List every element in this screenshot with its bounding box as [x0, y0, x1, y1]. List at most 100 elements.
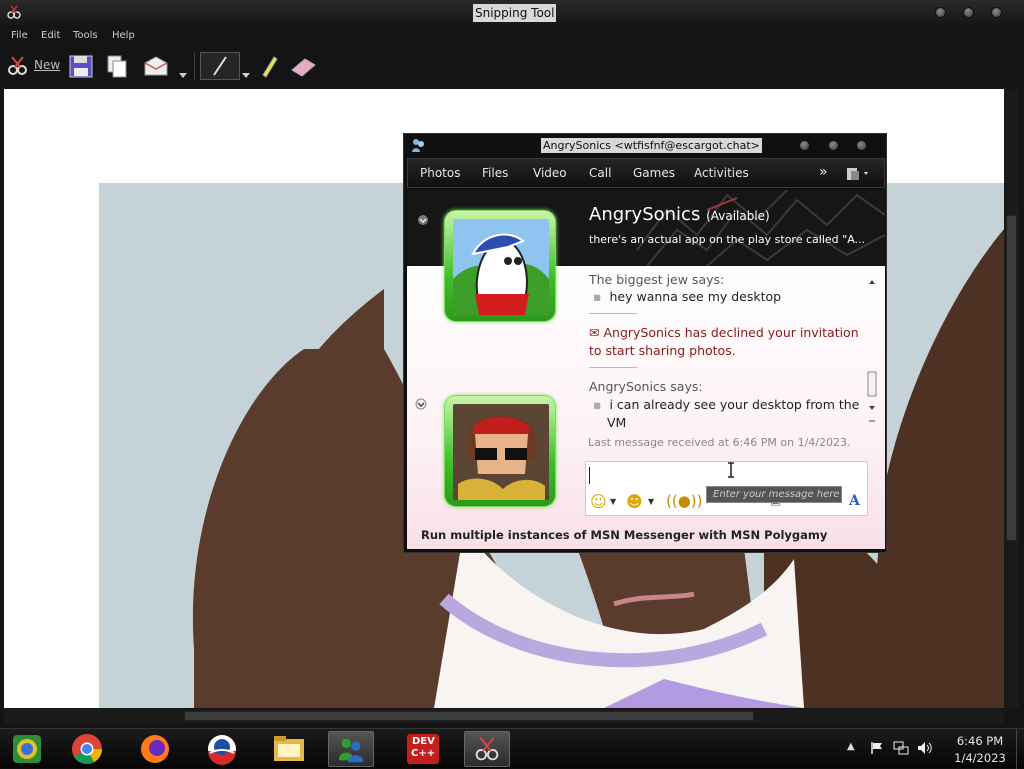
minimize-button[interactable] — [799, 140, 810, 151]
avatar-image — [453, 404, 549, 500]
devcpp-label: DEV — [412, 736, 435, 747]
copy-icon[interactable] — [104, 52, 130, 80]
notice-text: AngrySonics has declined your invitation — [603, 325, 859, 340]
scrollbar-thumb[interactable] — [184, 711, 754, 721]
clock-time[interactable]: 6:46 PM — [950, 734, 1010, 748]
photos-menu[interactable]: Photos — [420, 166, 460, 180]
message-text-content: hey wanna see my desktop — [609, 289, 782, 304]
bullet: ▪ — [593, 397, 602, 412]
message-text-content: i can already see your desktop from the — [609, 397, 860, 412]
chrome-icon[interactable] — [64, 731, 110, 767]
menu-bar: File Edit Tools Help — [0, 28, 1024, 44]
devcpp-label-2: C++ — [411, 748, 436, 759]
new-snip-button[interactable]: New — [6, 52, 62, 80]
close-button[interactable] — [856, 140, 867, 151]
show-desktop-button[interactable] — [1016, 729, 1022, 769]
chevron-down-icon[interactable] — [241, 62, 251, 90]
horizontal-scrollbar[interactable] — [4, 709, 1004, 723]
clock-date[interactable]: 1/4/2023 — [950, 751, 1010, 765]
vertical-scrollbar[interactable] — [1004, 89, 1019, 708]
toolbar: New — [0, 46, 1024, 86]
action-center-flag-icon[interactable] — [870, 741, 884, 755]
chevron-down-icon[interactable] — [417, 214, 429, 226]
nudge-icon[interactable]: ((●)) — [666, 492, 703, 510]
send-snip-icon[interactable] — [142, 52, 172, 80]
volume-icon[interactable] — [917, 741, 933, 755]
menu-file[interactable]: File — [11, 28, 28, 44]
contact-status: (Available) — [706, 209, 770, 223]
bullet: ▪ — [593, 289, 602, 304]
text-caret — [589, 467, 590, 484]
pen-button[interactable] — [200, 52, 240, 80]
chevron-down-icon[interactable]: ▼ — [648, 497, 654, 506]
message-text-continuation: VM — [607, 415, 627, 430]
video-menu[interactable]: Video — [533, 166, 567, 180]
show-hidden-icons-icon[interactable]: ▲ — [847, 741, 855, 752]
network-icon[interactable] — [893, 741, 909, 755]
promo-footer-link[interactable]: Run multiple instances of MSN Messenger … — [421, 528, 827, 542]
scissors-icon — [8, 56, 27, 75]
new-label: New — [34, 58, 61, 72]
system-notice: ✉ AngrySonics has declined your invitati… — [589, 325, 859, 340]
message-divider — [589, 367, 637, 368]
message-text: ▪ hey wanna see my desktop — [593, 289, 781, 304]
contact-avatar[interactable] — [444, 210, 556, 322]
conversation-scrollbar[interactable] — [866, 276, 878, 426]
msn-messenger-icon[interactable] — [328, 731, 374, 767]
eraser-icon[interactable] — [288, 52, 318, 80]
ibeam-cursor-icon — [728, 462, 734, 478]
msn-buddy-icon — [412, 139, 424, 152]
chevron-down-icon[interactable] — [415, 398, 427, 410]
declined-mail-icon: ✉ — [589, 325, 600, 340]
close-button[interactable] — [991, 7, 1002, 18]
scissors-icon — [7, 5, 21, 19]
minimize-button[interactable] — [935, 7, 946, 18]
maximize-button[interactable] — [828, 140, 839, 151]
homestar-avatar-image — [453, 219, 549, 315]
notice-continuation: to start sharing photos. — [589, 343, 736, 358]
highlighter-icon[interactable] — [258, 52, 280, 80]
menu-edit[interactable]: Edit — [41, 28, 60, 44]
menu-help[interactable]: Help — [112, 28, 135, 44]
scrollbar-thumb[interactable] — [1006, 215, 1017, 541]
message-sender: The biggest jew says: — [589, 272, 725, 287]
start-button-icon[interactable] — [4, 731, 50, 767]
games-menu[interactable]: Games — [633, 166, 675, 180]
contact-name-line: AngrySonics (Available) — [589, 204, 770, 225]
avatar-image — [453, 219, 549, 315]
scrollbar-graphic — [867, 280, 877, 422]
message-sender: AngrySonics says: — [589, 379, 703, 394]
options-menu-icon[interactable] — [845, 166, 873, 182]
personal-message: there's an actual app on the play store … — [589, 233, 866, 246]
contact-name: AngrySonics — [589, 204, 701, 225]
cartoon-avatar-image — [453, 404, 549, 500]
activities-menu[interactable]: Activities — [694, 166, 749, 180]
taskbar: DEV C++ ▲ 6:46 PM 1/4/2023 — [0, 728, 1024, 769]
pen-icon — [213, 56, 227, 76]
snipping-tool-taskbar-icon[interactable] — [464, 731, 510, 767]
call-menu[interactable]: Call — [589, 166, 611, 180]
devcpp-icon[interactable]: DEV C++ — [400, 731, 446, 767]
message-divider — [589, 313, 637, 314]
font-icon[interactable]: A — [849, 493, 860, 509]
last-message-timestamp: Last message received at 6:46 PM on 1/4/… — [588, 436, 851, 449]
firefox-icon[interactable] — [132, 731, 178, 767]
menu-tools[interactable]: Tools — [73, 28, 98, 44]
msn-titlebar[interactable]: AngrySonics <wtfisfnf@escargot.chat> — [404, 134, 886, 156]
obama-logo-icon[interactable] — [199, 731, 245, 767]
input-tooltip: Enter your message here — [706, 486, 842, 503]
chevron-down-icon[interactable] — [178, 62, 188, 90]
emoticon-icon[interactable]: ☺ — [590, 492, 607, 511]
msn-window-title: AngrySonics <wtfisfnf@escargot.chat> — [541, 138, 762, 153]
message-text: ▪ i can already see your desktop from the — [593, 397, 859, 412]
file-explorer-icon[interactable] — [266, 731, 312, 767]
save-icon[interactable] — [68, 52, 94, 80]
maximize-button[interactable] — [963, 7, 974, 18]
snipping-tool-titlebar[interactable]: Snipping Tool — [0, 0, 1024, 26]
wink-icon[interactable]: ☻ — [626, 492, 643, 511]
more-menu-button[interactable]: » — [819, 164, 828, 180]
chevron-down-icon[interactable]: ▼ — [610, 497, 616, 506]
toolbar-divider — [194, 52, 195, 80]
files-menu[interactable]: Files — [482, 166, 508, 180]
self-avatar[interactable] — [444, 395, 556, 507]
